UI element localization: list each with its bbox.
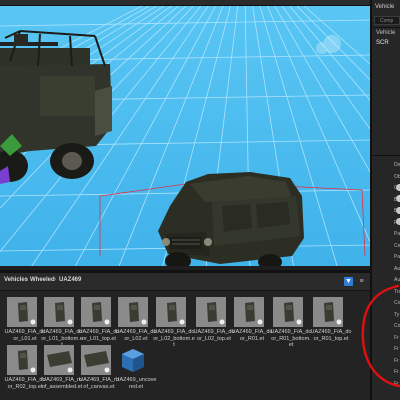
property-label: Fr: [394, 334, 399, 341]
door-part-thumbnail: [44, 297, 74, 327]
filter-button[interactable]: ▼: [344, 277, 353, 286]
asset-item[interactable]: UAZ469_FIA_roof_canvas.et: [78, 345, 120, 400]
asset-label: UAZ469_uncovered.et: [115, 377, 157, 390]
property-label: Re: [394, 219, 400, 226]
property-label: Ce: [394, 242, 400, 249]
door-part-thumbnail: [156, 297, 186, 327]
property-label: Ty: [394, 311, 400, 318]
breadcrumb-wheeled[interactable]: Wheeled: [30, 277, 55, 283]
property-label: Ce: [394, 185, 400, 191]
asset-item[interactable]: UAZ469_FIA_door_L02_top.et: [193, 297, 235, 357]
property-label: Fr: [394, 357, 399, 364]
asset-label: UAZ469_FIA_door_R01_bottom.et: [270, 329, 312, 348]
door-part-thumbnail: [313, 297, 343, 327]
property-label: Pa: [394, 254, 400, 260]
asset-item[interactable]: UAZ469_FIA_door_R01_top.et: [310, 297, 352, 357]
roof-part-thumbnail: [44, 345, 74, 375]
tree-item-vehicle[interactable]: Vehicle: [376, 28, 395, 38]
door-part-thumbnail: [273, 297, 303, 327]
asset-browser: Vehicles › Wheeled › UAZ469 ▼ ≡ UAZ469_F…: [0, 270, 370, 400]
asset-item[interactable]: UAZ469_FIA_roof_assembled.et: [41, 345, 83, 400]
chevron-right-icon: ›: [54, 276, 57, 283]
chevron-right-icon: ›: [25, 276, 28, 283]
property-label: Au: [394, 265, 400, 272]
asset-label: UAZ469_FIA_door_L01_top.et: [78, 329, 120, 342]
asset-item[interactable]: UAZ469_FIA_door_R01.et: [231, 297, 273, 357]
asset-item[interactable]: UAZ469_FIA_door_R01_bottom.et: [270, 297, 312, 357]
viewport-scene: [0, 6, 370, 266]
property-label: Ob: [394, 173, 400, 180]
door-part-thumbnail: [196, 297, 226, 327]
tree-item-script[interactable]: SCR: [376, 38, 389, 48]
asset-label: UAZ469_FIA_door_L01.et: [4, 329, 46, 342]
property-label: Tra: [394, 288, 400, 295]
door-part-thumbnail: [118, 297, 148, 327]
component-search-input[interactable]: Comp: [374, 16, 400, 25]
property-label: Pa: [394, 231, 400, 237]
door-part-thumbnail: [81, 297, 111, 327]
list-view-icon[interactable]: ≡: [357, 277, 366, 286]
property-label: Fr: [394, 380, 399, 387]
property-label: Co: [394, 323, 400, 329]
asset-label: UAZ469_FIA_door_R01.et: [231, 329, 273, 342]
cube-icon: [118, 345, 148, 375]
property-label: De: [394, 162, 400, 168]
door-part-thumbnail: [7, 297, 37, 327]
divider: [372, 155, 400, 156]
asset-label: UAZ469_FIA_door_L02_bottom.et: [153, 329, 195, 348]
door-part-thumbnail: [234, 297, 264, 327]
inspector-panel: Vehicle Comp Vehicle SCR De Ob Ce Ba Be Re Pa C…: [370, 0, 400, 400]
property-label: Ba: [394, 196, 400, 203]
roof-part-thumbnail: [81, 345, 111, 375]
inspector-header: Vehicle: [375, 4, 395, 10]
scene-viewport[interactable]: [0, 6, 370, 266]
asset-label: UAZ469_FIA_roof_assembled.et: [41, 377, 83, 390]
asset-label: UAZ469_FIA_door_R01_top.et: [310, 329, 352, 342]
asset-label: UAZ469_FIA_door_L02.et: [115, 329, 157, 342]
asset-label: UAZ469_FIA_roof_canvas.et: [79, 377, 119, 390]
property-label: Fr: [394, 346, 399, 352]
door-part-thumbnail: [7, 345, 37, 375]
property-label: Co: [394, 300, 400, 306]
asset-label: UAZ469_FIA_door_L02_top.et: [193, 329, 235, 342]
asset-item[interactable]: UAZ469_FIA_door_R02_top.et: [4, 345, 46, 400]
property-label: Be: [394, 208, 400, 214]
asset-label: UAZ469_FIA_door_R02_top.et: [4, 377, 46, 390]
breadcrumb: Vehicles › Wheeled › UAZ469 ▼ ≡: [0, 273, 370, 291]
editor-window: { "right_panel": { "header": "Vehicle", …: [0, 0, 400, 400]
property-label: Au: [394, 277, 400, 283]
asset-item[interactable]: UAZ469_FIA_door_L02_bottom.et: [153, 297, 195, 357]
property-label: Fr: [394, 369, 399, 375]
asset-item[interactable]: UAZ469_uncovered.et: [115, 345, 157, 400]
breadcrumb-uaz469[interactable]: UAZ469: [59, 277, 81, 283]
